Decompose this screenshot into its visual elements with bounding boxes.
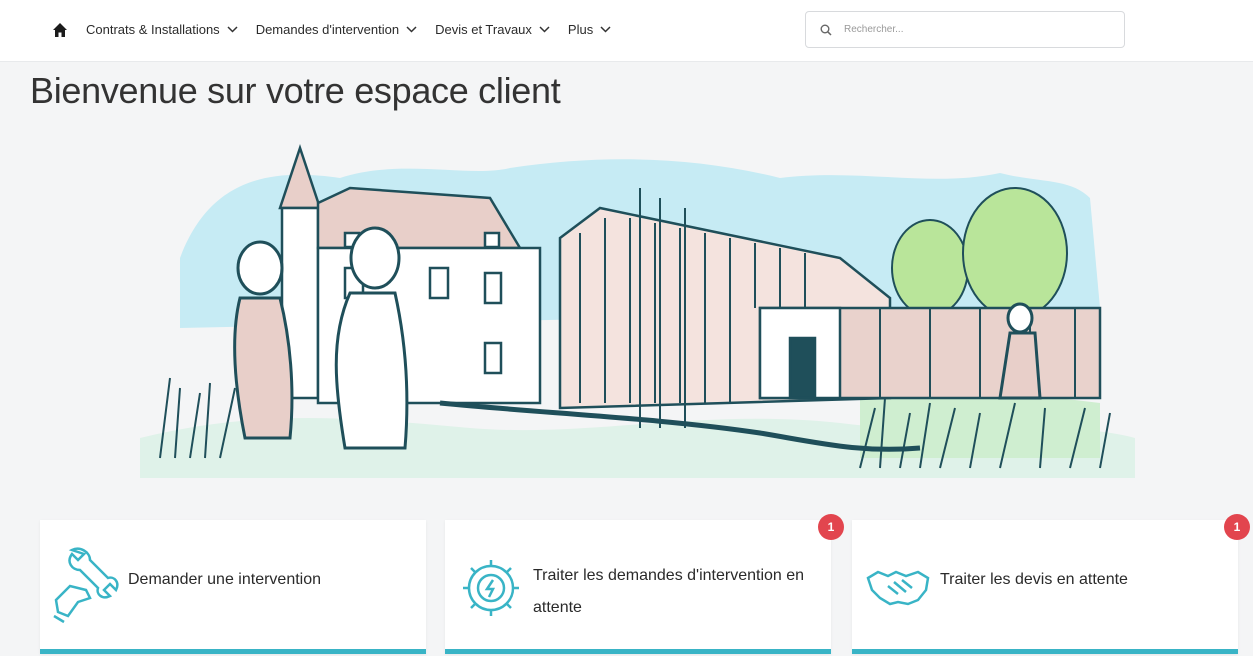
card-traiter-demandes[interactable]: Traiter les demandes d'intervention en a… (445, 520, 831, 654)
nav-item-label: Demandes d'intervention (255, 22, 400, 37)
campus-illustration (140, 144, 1135, 478)
nav-item-label: Contrats & Installations (86, 22, 220, 37)
nav-item-devis[interactable]: Devis et Travaux (435, 22, 550, 37)
nav-item-label: Plus (567, 22, 594, 37)
main-menu: Contrats & Installations Demandes d'inte… (86, 22, 611, 37)
search-input[interactable] (844, 24, 1114, 35)
nav-item-label: Devis et Travaux (435, 22, 532, 37)
card-traiter-devis[interactable]: Traiter les devis en attente (852, 520, 1238, 654)
nav-item-plus[interactable]: Plus (568, 22, 611, 37)
wrench-hand-icon (53, 547, 119, 624)
search-box (805, 11, 1125, 48)
card-label: Traiter les demandes d'intervention en a… (533, 567, 805, 616)
card-demander-intervention[interactable]: Demander une intervention (40, 520, 426, 654)
chevron-down-icon (227, 26, 238, 33)
notification-badge: 1 (818, 514, 844, 540)
gear-bolt-icon (463, 560, 519, 616)
notification-badge: 1 (1224, 514, 1250, 540)
chevron-down-icon (600, 26, 611, 33)
handshake-icon (866, 570, 930, 606)
card-label: Demander une intervention (128, 571, 322, 588)
page-title: Bienvenue sur votre espace client (30, 70, 561, 111)
nav-item-contrats[interactable]: Contrats & Installations (86, 22, 238, 37)
card-label: Traiter les devis en attente (940, 571, 1128, 588)
chevron-down-icon (539, 26, 550, 33)
search-icon (820, 24, 832, 36)
chevron-down-icon (406, 26, 417, 33)
nav-item-demandes[interactable]: Demandes d'intervention (256, 22, 417, 37)
home-icon[interactable] (52, 22, 68, 38)
top-navigation-bar: Contrats & Installations Demandes d'inte… (0, 0, 1253, 62)
